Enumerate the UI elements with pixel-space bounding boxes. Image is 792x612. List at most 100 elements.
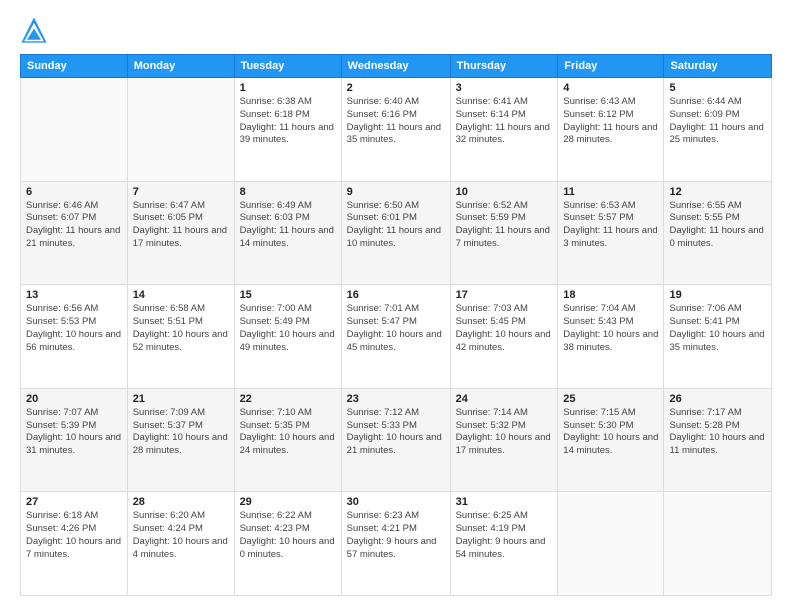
weekday-header-monday: Monday [127, 55, 234, 78]
day-info: Sunrise: 6:22 AM Sunset: 4:23 PM Dayligh… [240, 510, 336, 561]
day-number: 31 [456, 496, 553, 508]
calendar-cell: 31 Sunrise: 6:25 AM Sunset: 4:19 PM Dayli… [450, 492, 558, 596]
calendar-cell [127, 78, 234, 182]
day-info: Sunrise: 6:52 AM Sunset: 5:59 PM Dayligh… [456, 200, 553, 251]
day-number: 29 [240, 496, 336, 508]
day-number: 7 [133, 186, 229, 198]
calendar-cell: 2 Sunrise: 6:40 AM Sunset: 6:16 PM Daylig… [341, 78, 450, 182]
calendar-cell [558, 492, 664, 596]
day-info: Sunrise: 6:41 AM Sunset: 6:14 PM Dayligh… [456, 96, 553, 147]
day-info: Sunrise: 6:18 AM Sunset: 4:26 PM Dayligh… [26, 510, 122, 561]
calendar-cell: 12Sunrise: 6:55 AM Sunset: 5:55 PM Dayli… [664, 181, 772, 285]
calendar-cell: 3 Sunrise: 6:41 AM Sunset: 6:14 PM Daylig… [450, 78, 558, 182]
day-info: Sunrise: 6:40 AM Sunset: 6:16 PM Dayligh… [347, 96, 445, 147]
day-info: Sunrise: 6:58 AM Sunset: 5:51 PM Dayligh… [133, 303, 229, 354]
day-info: Sunrise: 7:07 AM Sunset: 5:39 PM Dayligh… [26, 407, 122, 458]
day-number: 9 [347, 186, 445, 198]
day-number: 26 [669, 393, 766, 405]
day-info: Sunrise: 6:53 AM Sunset: 5:57 PM Dayligh… [563, 200, 658, 251]
day-number: 15 [240, 289, 336, 301]
logo [20, 16, 52, 44]
calendar-cell [664, 492, 772, 596]
logo-icon [20, 16, 48, 44]
calendar-week-row: 27 Sunrise: 6:18 AM Sunset: 4:26 PM Dayli… [21, 492, 772, 596]
day-number: 25 [563, 393, 658, 405]
weekday-header-wednesday: Wednesday [341, 55, 450, 78]
calendar-cell: 29 Sunrise: 6:22 AM Sunset: 4:23 PM Dayli… [234, 492, 341, 596]
calendar-week-row: 1 Sunrise: 6:38 AM Sunset: 6:18 PM Daylig… [21, 78, 772, 182]
calendar-cell: 7 Sunrise: 6:47 AM Sunset: 6:05 PM Daylig… [127, 181, 234, 285]
calendar-cell: 19Sunrise: 7:06 AM Sunset: 5:41 PM Dayli… [664, 285, 772, 389]
day-number: 27 [26, 496, 122, 508]
day-number: 10 [456, 186, 553, 198]
day-info: Sunrise: 7:10 AM Sunset: 5:35 PM Dayligh… [240, 407, 336, 458]
day-number: 6 [26, 186, 122, 198]
calendar-cell: 14 Sunrise: 6:58 AM Sunset: 5:51 PM Dayli… [127, 285, 234, 389]
day-info: Sunrise: 7:06 AM Sunset: 5:41 PM Dayligh… [669, 303, 766, 354]
day-info: Sunrise: 6:49 AM Sunset: 6:03 PM Dayligh… [240, 200, 336, 251]
day-number: 21 [133, 393, 229, 405]
day-number: 18 [563, 289, 658, 301]
day-number: 16 [347, 289, 445, 301]
day-number: 2 [347, 82, 445, 94]
calendar-cell: 5 Sunrise: 6:44 AM Sunset: 6:09 PM Daylig… [664, 78, 772, 182]
day-number: 14 [133, 289, 229, 301]
day-info: Sunrise: 7:04 AM Sunset: 5:43 PM Dayligh… [563, 303, 658, 354]
day-info: Sunrise: 6:55 AM Sunset: 5:55 PM Dayligh… [669, 200, 766, 251]
weekday-header-friday: Friday [558, 55, 664, 78]
day-info: Sunrise: 7:15 AM Sunset: 5:30 PM Dayligh… [563, 407, 658, 458]
day-info: Sunrise: 7:12 AM Sunset: 5:33 PM Dayligh… [347, 407, 445, 458]
day-number: 5 [669, 82, 766, 94]
calendar-cell: 13 Sunrise: 6:56 AM Sunset: 5:53 PM Dayli… [21, 285, 128, 389]
day-number: 30 [347, 496, 445, 508]
day-info: Sunrise: 7:09 AM Sunset: 5:37 PM Dayligh… [133, 407, 229, 458]
day-number: 28 [133, 496, 229, 508]
day-info: Sunrise: 6:25 AM Sunset: 4:19 PM Dayligh… [456, 510, 553, 561]
calendar-cell: 30Sunrise: 6:23 AM Sunset: 4:21 PM Dayli… [341, 492, 450, 596]
calendar-cell: 17 Sunrise: 7:03 AM Sunset: 5:45 PM Dayli… [450, 285, 558, 389]
day-info: Sunrise: 6:50 AM Sunset: 6:01 PM Dayligh… [347, 200, 445, 251]
day-info: Sunrise: 7:00 AM Sunset: 5:49 PM Dayligh… [240, 303, 336, 354]
day-info: Sunrise: 6:44 AM Sunset: 6:09 PM Dayligh… [669, 96, 766, 147]
calendar-cell: 6Sunrise: 6:46 AM Sunset: 6:07 PM Daylig… [21, 181, 128, 285]
calendar-cell: 9 Sunrise: 6:50 AM Sunset: 6:01 PM Daylig… [341, 181, 450, 285]
day-number: 3 [456, 82, 553, 94]
calendar-cell: 24 Sunrise: 7:14 AM Sunset: 5:32 PM Dayli… [450, 388, 558, 492]
page: SundayMondayTuesdayWednesdayThursdayFrid… [0, 0, 792, 612]
day-number: 11 [563, 186, 658, 198]
day-info: Sunrise: 6:47 AM Sunset: 6:05 PM Dayligh… [133, 200, 229, 251]
day-info: Sunrise: 6:38 AM Sunset: 6:18 PM Dayligh… [240, 96, 336, 147]
calendar-cell: 1 Sunrise: 6:38 AM Sunset: 6:18 PM Daylig… [234, 78, 341, 182]
day-number: 23 [347, 393, 445, 405]
weekday-header-saturday: Saturday [664, 55, 772, 78]
day-info: Sunrise: 6:43 AM Sunset: 6:12 PM Dayligh… [563, 96, 658, 147]
calendar-week-row: 20 Sunrise: 7:07 AM Sunset: 5:39 PM Dayli… [21, 388, 772, 492]
day-number: 20 [26, 393, 122, 405]
calendar-cell: 15 Sunrise: 7:00 AM Sunset: 5:49 PM Dayli… [234, 285, 341, 389]
calendar-cell: 27 Sunrise: 6:18 AM Sunset: 4:26 PM Dayli… [21, 492, 128, 596]
day-info: Sunrise: 7:03 AM Sunset: 5:45 PM Dayligh… [456, 303, 553, 354]
day-info: Sunrise: 7:14 AM Sunset: 5:32 PM Dayligh… [456, 407, 553, 458]
weekday-header-tuesday: Tuesday [234, 55, 341, 78]
weekday-header-thursday: Thursday [450, 55, 558, 78]
calendar-cell: 4 Sunrise: 6:43 AM Sunset: 6:12 PM Daylig… [558, 78, 664, 182]
day-info: Sunrise: 6:20 AM Sunset: 4:24 PM Dayligh… [133, 510, 229, 561]
calendar-cell: 28 Sunrise: 6:20 AM Sunset: 4:24 PM Dayli… [127, 492, 234, 596]
calendar-cell: 21 Sunrise: 7:09 AM Sunset: 5:37 PM Dayli… [127, 388, 234, 492]
calendar-cell: 20 Sunrise: 7:07 AM Sunset: 5:39 PM Dayli… [21, 388, 128, 492]
day-number: 17 [456, 289, 553, 301]
calendar-cell: 11 Sunrise: 6:53 AM Sunset: 5:57 PM Dayli… [558, 181, 664, 285]
calendar-cell: 22Sunrise: 7:10 AM Sunset: 5:35 PM Dayli… [234, 388, 341, 492]
calendar-week-row: 6Sunrise: 6:46 AM Sunset: 6:07 PM Daylig… [21, 181, 772, 285]
day-number: 24 [456, 393, 553, 405]
weekday-header-row: SundayMondayTuesdayWednesdayThursdayFrid… [21, 55, 772, 78]
day-number: 4 [563, 82, 658, 94]
day-number: 13 [26, 289, 122, 301]
day-number: 1 [240, 82, 336, 94]
header [20, 16, 772, 44]
calendar-cell: 10 Sunrise: 6:52 AM Sunset: 5:59 PM Dayli… [450, 181, 558, 285]
weekday-header-sunday: Sunday [21, 55, 128, 78]
calendar: SundayMondayTuesdayWednesdayThursdayFrid… [20, 54, 772, 596]
day-info: Sunrise: 6:56 AM Sunset: 5:53 PM Dayligh… [26, 303, 122, 354]
day-number: 8 [240, 186, 336, 198]
